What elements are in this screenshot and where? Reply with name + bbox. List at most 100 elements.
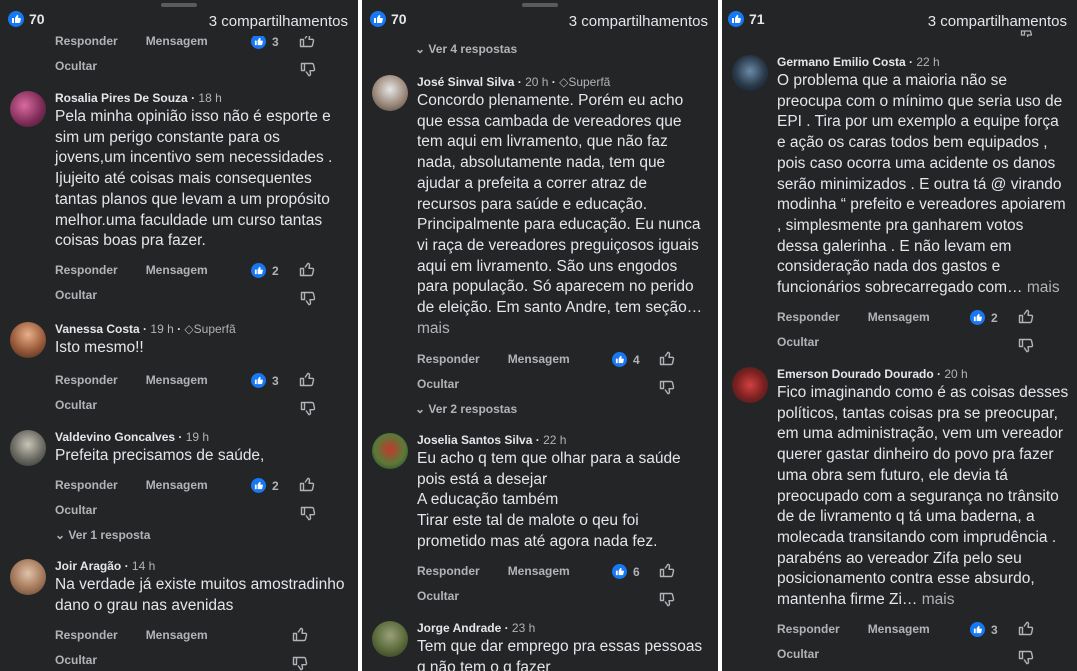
hide-button[interactable]: Ocultar [417, 589, 459, 603]
thumbs-up-icon[interactable] [1018, 621, 1034, 636]
view-replies-button[interactable]: ⌄ Ver 1 resposta [55, 528, 150, 542]
post-stats-bar: 70 3 compartilhamentos [0, 0, 358, 36]
message-button[interactable]: Mensagem [508, 352, 570, 366]
comment-actions: Responder Mensagem [55, 373, 236, 387]
message-button[interactable]: Mensagem [508, 564, 570, 578]
hide-button[interactable]: Ocultar [55, 398, 97, 412]
hide-button[interactable]: Ocultar [55, 653, 97, 667]
thumbs-up-icon[interactable] [299, 477, 315, 492]
share-count[interactable]: 3 compartilhamentos [569, 13, 708, 30]
comment-reactions[interactable]: 4 [612, 352, 640, 367]
hide-button[interactable]: Ocultar [777, 647, 819, 661]
comment-author[interactable]: Germano Emilio Costa · 22 h [777, 55, 940, 69]
reaction-count: 70 [29, 11, 45, 27]
message-button[interactable]: Mensagem [868, 310, 930, 324]
message-button[interactable]: Mensagem [146, 628, 208, 642]
comment-author[interactable]: Vanessa Costa · 19 h · ◇Superfã [55, 322, 236, 336]
reply-button[interactable]: Responder [55, 34, 118, 48]
comment-author[interactable]: José Sinval Silva · 20 h · ◇Superfã [417, 75, 610, 89]
reaction-count: 71 [749, 11, 765, 27]
thumbs-up-icon[interactable] [659, 351, 675, 366]
reply-button[interactable]: Responder [777, 622, 840, 636]
thumbs-down-icon[interactable] [300, 506, 316, 521]
reply-button[interactable]: Responder [55, 263, 118, 277]
view-replies-button[interactable]: ⌄ Ver 4 respostas [415, 42, 517, 56]
hide-button[interactable]: Ocultar [55, 59, 97, 73]
thumbs-up-icon[interactable] [299, 262, 315, 277]
comment-actions: Responder Mensagem [55, 628, 236, 642]
avatar[interactable] [732, 367, 768, 403]
avatar[interactable] [372, 75, 408, 111]
reply-button[interactable]: Responder [55, 478, 118, 492]
comment-reactions[interactable]: 6 [612, 564, 640, 579]
post-reactions[interactable]: 70 [370, 11, 407, 27]
thumbs-down-icon[interactable] [300, 62, 316, 77]
drag-handle[interactable] [161, 3, 197, 7]
hide-button[interactable]: Ocultar [55, 288, 97, 302]
comment-author[interactable]: Valdevino Goncalves · 19 h [55, 430, 209, 444]
comment-reactions[interactable]: 2 [251, 478, 279, 493]
drag-handle[interactable] [522, 3, 558, 7]
post-reactions[interactable]: 70 [8, 11, 45, 27]
avatar[interactable] [372, 433, 408, 469]
hide-button[interactable]: Ocultar [777, 335, 819, 349]
comment-author[interactable]: Joselia Santos Silva · 22 h [417, 433, 566, 447]
comment-actions: Responder Mensagem [777, 310, 958, 324]
see-more-link[interactable]: mais [1027, 279, 1060, 296]
post-reactions[interactable]: 71 [728, 11, 765, 27]
message-button[interactable]: Mensagem [868, 622, 930, 636]
avatar[interactable] [10, 91, 46, 127]
thumbs-down-icon[interactable] [1018, 650, 1034, 665]
comment-text: Fico imaginando como é as coisas desses … [777, 384, 1069, 609]
comment-jorge: Jorge Andrade · 23 h Tem que dar emprego… [362, 621, 718, 671]
message-button[interactable]: Mensagem [146, 478, 208, 492]
hide-button[interactable]: Ocultar [55, 503, 97, 517]
avatar[interactable] [10, 430, 46, 466]
reply-button[interactable]: Responder [417, 352, 480, 366]
comment-author[interactable]: Rosalia Pires De Souza · 18 h [55, 91, 222, 105]
comment-author[interactable]: Jorge Andrade · 23 h [417, 621, 535, 635]
comment-author[interactable]: Emerson Dourado Dourado · 20 h [777, 367, 968, 381]
thumbs-down-icon[interactable] [300, 291, 316, 306]
share-count[interactable]: 3 compartilhamentos [928, 13, 1067, 30]
comment-reactions[interactable]: 3 [970, 622, 998, 637]
view-replies-button[interactable]: ⌄ Ver 2 respostas [415, 402, 517, 416]
comment-reactions[interactable]: 2 [970, 310, 998, 325]
reply-button[interactable]: Responder [55, 628, 118, 642]
comment-text: Pela minha opinião isso não é esporte e … [55, 108, 333, 250]
hide-button[interactable]: Ocultar [417, 377, 459, 391]
thumbs-up-icon[interactable] [292, 627, 308, 642]
comment-reactions[interactable]: 3 [251, 373, 279, 388]
comment-reactions[interactable]: 2 [251, 263, 279, 278]
thumbs-up-icon[interactable] [299, 372, 315, 387]
like-count: 4 [633, 352, 640, 367]
thumbs-down-icon[interactable] [659, 592, 675, 607]
message-button[interactable]: Mensagem [146, 263, 208, 277]
thumbs-up-icon[interactable] [1018, 309, 1034, 324]
see-more-link[interactable]: mais [922, 591, 955, 608]
avatar[interactable] [372, 621, 408, 657]
like-count: 2 [272, 478, 279, 493]
message-button[interactable]: Mensagem [146, 373, 208, 387]
comment-author[interactable]: Joir Aragão · 14 h [55, 559, 155, 573]
see-more-link[interactable]: mais [417, 320, 450, 337]
like-count: 3 [991, 622, 998, 637]
comment-valdevino: Valdevino Goncalves · 19 h Prefeita prec… [0, 430, 358, 545]
thumbs-down-icon[interactable] [1018, 338, 1034, 353]
reply-button[interactable]: Responder [55, 373, 118, 387]
chevron-down-icon: ⌄ [415, 42, 426, 56]
prev-comment-reactions[interactable]: 3 [251, 34, 279, 49]
share-count[interactable]: 3 compartilhamentos [209, 13, 348, 30]
reply-button[interactable]: Responder [417, 564, 480, 578]
avatar[interactable] [732, 55, 768, 91]
message-button[interactable]: Mensagem [146, 34, 208, 48]
comment-actions: Responder Mensagem [777, 622, 958, 636]
thumbs-up-icon[interactable] [659, 563, 675, 578]
thumbs-down-icon[interactable] [659, 380, 675, 395]
avatar[interactable] [10, 322, 46, 358]
reply-button[interactable]: Responder [777, 310, 840, 324]
thumbs-down-icon[interactable] [300, 401, 316, 416]
thumbs-down-icon[interactable] [292, 656, 308, 671]
thumbs-down-icon[interactable] [1020, 30, 1032, 38]
avatar[interactable] [10, 559, 46, 595]
